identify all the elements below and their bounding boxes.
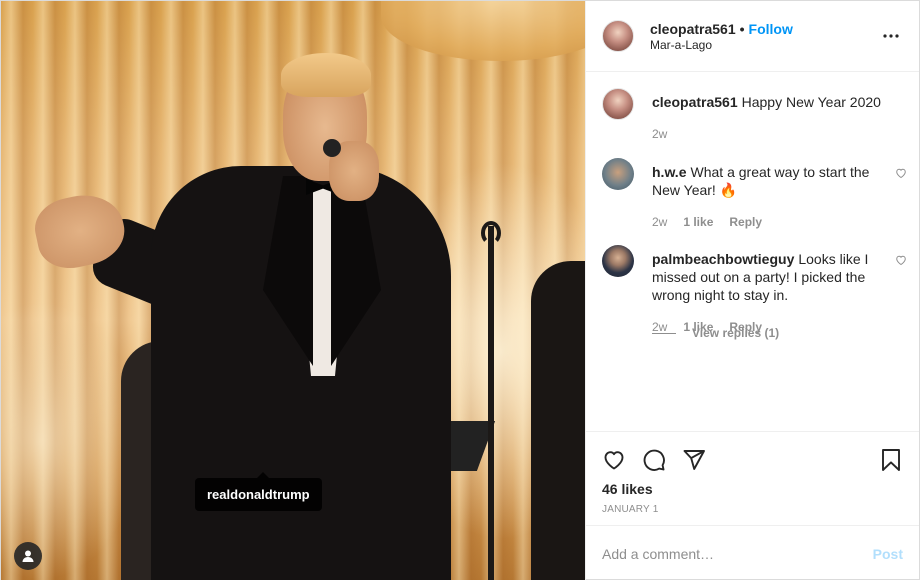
more-options-icon[interactable]: [879, 24, 903, 48]
post-actions: 46 likes JANUARY 1: [586, 431, 919, 525]
add-comment-bar: Post: [586, 525, 919, 580]
comments-list[interactable]: cleopatra561 Happy New Year 2020 2w h.w.e…: [586, 72, 919, 431]
caption-username[interactable]: cleopatra561: [652, 94, 738, 110]
post-location[interactable]: Mar-a-Lago: [650, 38, 793, 53]
microphone: [323, 139, 341, 157]
action-icons: [602, 432, 903, 480]
comment-body: palmbeachbowtieguy Looks like I missed ou…: [652, 245, 903, 334]
author-line: cleopatra561 • Follow: [650, 20, 793, 38]
mic-stand: [488, 226, 494, 580]
comment-input[interactable]: [602, 545, 873, 562]
commenter-avatar[interactable]: [602, 245, 634, 277]
caption: cleopatra561 Happy New Year 2020 2w: [602, 88, 903, 158]
comment-body: h.w.e What a great way to start the New Y…: [652, 158, 903, 245]
caption-text: Happy New Year 2020: [741, 94, 881, 110]
post-comment-button[interactable]: Post: [873, 546, 903, 562]
follow-button[interactable]: Follow: [749, 21, 793, 37]
post-photo[interactable]: realdonaldtrump: [1, 1, 585, 580]
likes-count[interactable]: 46 likes: [602, 480, 903, 498]
author-avatar[interactable]: [602, 88, 634, 120]
comment-username[interactable]: h.w.e: [652, 164, 687, 180]
share-paper-plane-icon[interactable]: [682, 448, 706, 472]
caption-info: 2w: [652, 127, 883, 141]
caption-time[interactable]: 2w: [652, 127, 667, 141]
comment-text-line: palmbeachbowtieguy Looks like I missed ou…: [652, 245, 883, 304]
comment-time[interactable]: 2w: [652, 320, 667, 334]
post-sidebar: cleopatra561 • Follow Mar-a-Lago cleopatra…: [585, 1, 919, 580]
speaker-hair: [281, 53, 371, 97]
comment-item: h.w.e What a great way to start the New Y…: [602, 158, 906, 245]
comment-bubble-icon[interactable]: [642, 448, 666, 472]
background-figure: [531, 261, 585, 580]
post-date[interactable]: JANUARY 1: [602, 504, 903, 515]
post-modal: realdonaldtrump cleopatra561 • Follow Mar-…: [0, 0, 920, 580]
comment-info: 2w 1 like Reply: [652, 320, 883, 334]
like-heart-icon[interactable]: [602, 448, 626, 472]
user-tag-icon[interactable]: [14, 542, 42, 570]
bookmark-icon[interactable]: [879, 448, 903, 472]
post-header: cleopatra561 • Follow Mar-a-Lago: [586, 1, 919, 72]
separator-dot: •: [739, 20, 745, 37]
author-username[interactable]: cleopatra561: [650, 21, 736, 37]
comment-text-line: h.w.e What a great way to start the New Y…: [652, 158, 883, 199]
commenter-avatar[interactable]: [602, 158, 634, 190]
reply-button[interactable]: Reply: [729, 215, 762, 229]
caption-body: cleopatra561 Happy New Year 2020 2w: [652, 88, 903, 158]
comment-username[interactable]: palmbeachbowtieguy: [652, 251, 794, 267]
comment-time[interactable]: 2w: [652, 215, 667, 229]
comment-like-heart-icon[interactable]: [895, 253, 907, 266]
user-tag[interactable]: realdonaldtrump: [195, 472, 322, 511]
reply-button[interactable]: Reply: [729, 320, 762, 334]
comment-item: palmbeachbowtieguy Looks like I missed ou…: [602, 245, 906, 334]
author-avatar[interactable]: [602, 20, 634, 52]
comment-info: 2w 1 like Reply: [652, 215, 883, 229]
caption-text-line: cleopatra561 Happy New Year 2020: [652, 88, 883, 111]
comment-like-heart-icon[interactable]: [895, 166, 907, 179]
comment-likes[interactable]: 1 like: [683, 320, 713, 334]
comment-likes[interactable]: 1 like: [683, 215, 713, 229]
author-meta: cleopatra561 • Follow Mar-a-Lago: [650, 20, 793, 53]
